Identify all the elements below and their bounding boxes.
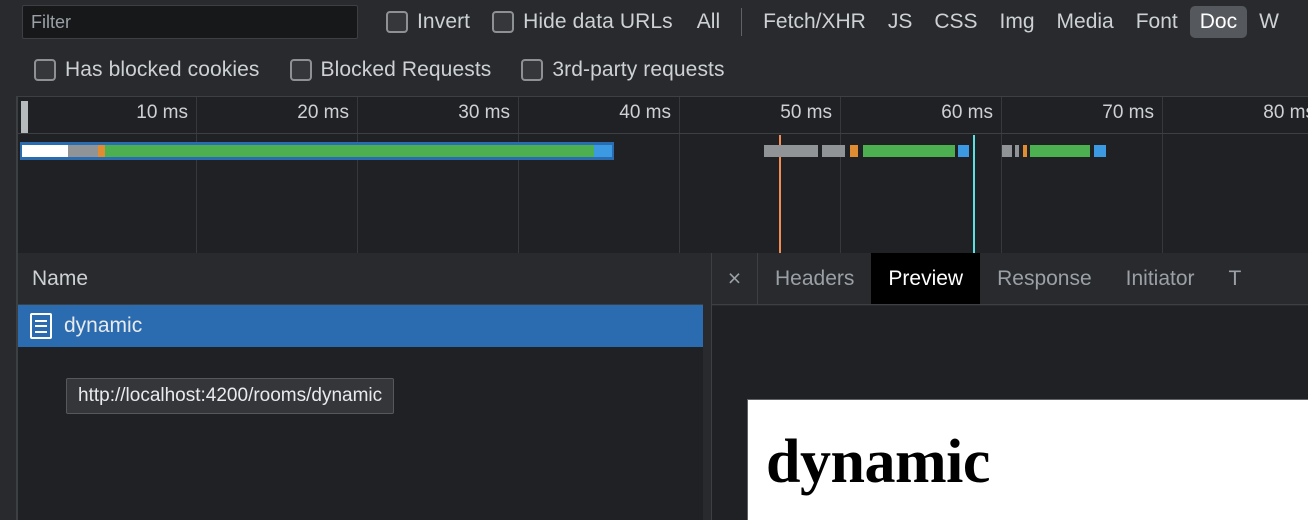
timeline-tick: [518, 97, 519, 253]
left-rail-spacer: [0, 0, 16, 44]
invert-checkbox[interactable]: [386, 11, 408, 33]
timeline-tick: [840, 97, 841, 253]
filter-input[interactable]: [22, 5, 358, 39]
tab-response[interactable]: Response: [980, 253, 1109, 304]
invert-checkbox-group[interactable]: Invert: [386, 10, 470, 34]
url-tooltip: http://localhost:4200/rooms/dynamic: [66, 378, 395, 414]
bar-segment-queueing: [22, 145, 68, 157]
timeline-tick-label: 60 ms: [941, 102, 993, 123]
devtools-network-panel: Invert Hide data URLs All Fetch/XHR JS C…: [0, 0, 1308, 520]
blocked-requests-label: Blocked Requests: [320, 58, 492, 81]
ruler-baseline: [18, 133, 1308, 134]
column-header-name[interactable]: Name: [18, 267, 88, 291]
type-filter-media[interactable]: Media: [1047, 6, 1124, 38]
network-filter-toolbar: Invert Hide data URLs All Fetch/XHR JS C…: [0, 0, 1308, 44]
bar-segment-download: [594, 145, 612, 157]
request-detail-pane: × Headers Preview Response Initiator T d…: [711, 253, 1308, 520]
timeline-tick-label: 80 ms: [1263, 102, 1308, 123]
bar-segment-download: [958, 145, 969, 157]
type-filter-doc[interactable]: Doc: [1189, 6, 1248, 38]
network-overview[interactable]: 10 ms 20 ms 30 ms 40 ms 50 ms 60 ms 70 ms 80 ms: [16, 96, 1308, 253]
timeline-tick-label: 50 ms: [780, 102, 832, 123]
pane-splitter[interactable]: [703, 253, 711, 520]
timeline-tick: [679, 97, 680, 253]
hide-data-urls-label: Hide data URLs: [523, 10, 673, 33]
event-marker-load: [973, 135, 975, 253]
request-name: dynamic: [64, 314, 143, 337]
timeline-tick: [357, 97, 358, 253]
timeline-tick-label: 20 ms: [297, 102, 349, 123]
bar-segment-dns: [98, 145, 105, 157]
tab-preview[interactable]: Preview: [871, 253, 981, 304]
timeline-tick: [1001, 97, 1002, 253]
resource-type-filters: All Fetch/XHR JS CSS Img Media Font Doc …: [687, 6, 1289, 38]
tab-timing[interactable]: T: [1212, 253, 1259, 304]
timeline-tick: [196, 97, 197, 253]
filter-divider: [741, 8, 743, 36]
table-row[interactable]: dynamic: [18, 305, 703, 347]
blocked-requests-checkbox-group[interactable]: Blocked Requests: [289, 58, 492, 82]
document-icon: [30, 313, 52, 339]
timeline-tick: [1162, 97, 1163, 253]
timeline-tick-label: 40 ms: [619, 102, 671, 123]
overview-scrub-handle[interactable]: [21, 101, 28, 133]
has-blocked-cookies-checkbox-group[interactable]: Has blocked cookies: [34, 58, 260, 82]
timeline-tick-label: 70 ms: [1102, 102, 1154, 123]
invert-label: Invert: [417, 10, 471, 33]
bar-segment-stalled: [822, 145, 845, 157]
has-blocked-cookies-checkbox[interactable]: [34, 59, 56, 81]
request-list-header: Name: [18, 253, 703, 305]
type-filter-js[interactable]: JS: [878, 6, 923, 38]
tab-headers[interactable]: Headers: [758, 253, 871, 304]
network-filter-toolbar-secondary: Has blocked cookies Blocked Requests 3rd…: [0, 44, 1308, 96]
tab-initiator[interactable]: Initiator: [1109, 253, 1212, 304]
third-party-requests-checkbox-group[interactable]: 3rd-party requests: [521, 58, 724, 82]
third-party-requests-label: 3rd-party requests: [552, 58, 725, 81]
preview-body: dynamic: [712, 306, 1308, 520]
network-split-pane: Name dynamic http://localhost:4200/rooms…: [0, 253, 1308, 520]
bar-segment-waiting: [105, 145, 594, 157]
detail-tabs: × Headers Preview Response Initiator T: [712, 253, 1308, 305]
hide-data-urls-checkbox[interactable]: [492, 11, 515, 33]
type-filter-font[interactable]: Font: [1126, 6, 1188, 38]
has-blocked-cookies-label: Has blocked cookies: [65, 58, 260, 81]
preview-heading: dynamic: [766, 428, 990, 496]
overview-bar-segments: [1002, 145, 1106, 157]
type-filter-ws[interactable]: W: [1249, 6, 1289, 38]
request-list: Name dynamic http://localhost:4200/rooms…: [16, 253, 703, 520]
timeline-tick-label: 10 ms: [136, 102, 188, 123]
overview-bar-segments: [764, 145, 969, 157]
close-icon[interactable]: ×: [712, 253, 758, 304]
bar-segment-waiting: [1030, 145, 1090, 157]
type-filter-css[interactable]: CSS: [924, 6, 987, 38]
third-party-requests-checkbox[interactable]: [521, 59, 544, 81]
type-filter-all[interactable]: All: [687, 6, 730, 38]
type-filter-fetch-xhr[interactable]: Fetch/XHR: [753, 6, 876, 38]
hide-data-urls-checkbox-group[interactable]: Hide data URLs: [492, 10, 673, 34]
bar-segment-stalled: [1002, 145, 1012, 157]
bar-segment-waiting: [863, 145, 955, 157]
bar-segment-stalled: [68, 145, 98, 157]
timeline-tick-label: 30 ms: [458, 102, 510, 123]
bar-segment-stalled: [764, 145, 818, 157]
type-filter-img[interactable]: Img: [990, 6, 1045, 38]
bar-segment-download: [1094, 145, 1106, 157]
preview-iframe[interactable]: dynamic: [747, 399, 1308, 520]
bar-segment-dns: [850, 145, 858, 157]
overview-bar-segments: [22, 145, 612, 157]
blocked-requests-checkbox[interactable]: [289, 59, 312, 81]
